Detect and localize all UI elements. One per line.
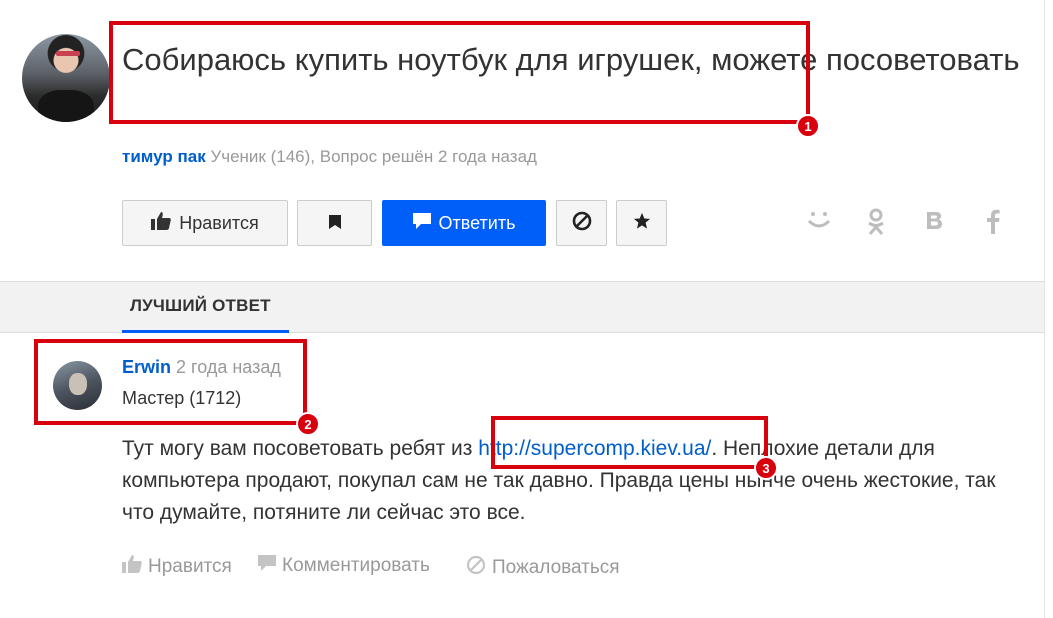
- report-button[interactable]: [556, 200, 607, 246]
- highlight-box-3: [491, 416, 768, 469]
- comment-icon: [412, 212, 431, 234]
- question-author-avatar[interactable]: [22, 34, 110, 122]
- answer-like-action[interactable]: Нравится: [122, 555, 232, 579]
- bookmark-button[interactable]: [297, 200, 372, 246]
- answer-like-label: Нравится: [148, 556, 232, 577]
- highlight-box-1: [109, 21, 810, 124]
- highlight-marker-1: 1: [796, 114, 820, 138]
- question-author-link[interactable]: тимур пак: [122, 147, 206, 166]
- question-meta: тимур пак Ученик (146), Вопрос решён 2 г…: [122, 147, 537, 167]
- avatar-body: [38, 90, 94, 122]
- answer-button-label: Ответить: [438, 212, 516, 233]
- thumbs-up-icon: [151, 211, 172, 235]
- favorite-button[interactable]: [616, 200, 667, 246]
- question-meta-text: Ученик (146), Вопрос решён 2 года назад: [210, 147, 537, 166]
- highlight-marker-3: 3: [754, 456, 778, 480]
- tab-active-indicator: [122, 330, 289, 333]
- answer-comment-action[interactable]: Комментировать: [258, 555, 430, 577]
- avatar-headband: [56, 51, 80, 56]
- like-button-label: Нравится: [179, 212, 259, 233]
- answer-report-action[interactable]: Пожаловаться: [466, 555, 620, 581]
- comment-icon: [258, 555, 276, 577]
- tab-best-answer[interactable]: ЛУЧШИЙ ОТВЕТ: [130, 296, 271, 316]
- thumbs-up-icon: [122, 555, 142, 579]
- vk-icon[interactable]: [924, 208, 946, 238]
- star-icon: [633, 212, 651, 235]
- highlight-box-2: [34, 339, 307, 425]
- bookmark-icon: [328, 213, 341, 234]
- highlight-marker-2: 2: [296, 412, 320, 436]
- answer-button[interactable]: Ответить: [382, 200, 546, 246]
- block-icon: [466, 555, 486, 581]
- odnoklassniki-icon[interactable]: [866, 208, 886, 242]
- smile-icon[interactable]: [806, 208, 832, 236]
- answer-text-before: Тут могу вам посоветовать ребят из: [122, 437, 479, 460]
- answer-report-label: Пожаловаться: [492, 557, 620, 578]
- block-icon: [572, 211, 592, 236]
- facebook-icon[interactable]: [986, 208, 1000, 240]
- like-button[interactable]: Нравится: [122, 200, 288, 246]
- page-border: [1044, 0, 1045, 618]
- answer-comment-label: Комментировать: [282, 555, 430, 576]
